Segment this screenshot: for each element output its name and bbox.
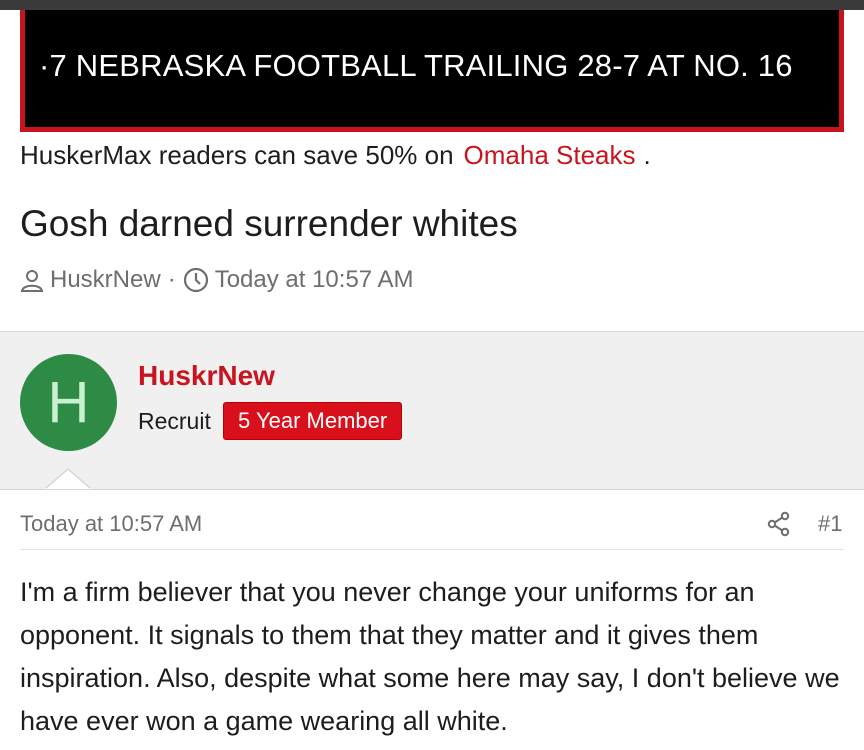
news-ticker[interactable]: ·7 NEBRASKA FOOTBALL TRAILING 28-7 AT NO… [20, 10, 844, 132]
promo-text: HuskerMax readers can save 50% on [20, 140, 454, 170]
thread-title: Gosh darned surrender whites [20, 203, 518, 244]
user-title: Recruit [138, 408, 211, 434]
top-bar [0, 0, 864, 10]
clock-icon [183, 267, 208, 293]
post-header: Today at 10:57 AM #1 [20, 509, 844, 550]
ticker-text: ·7 NEBRASKA FOOTBALL TRAILING 28-7 AT NO… [39, 48, 793, 83]
post-user-block: H HuskrNew Recruit 5 Year Member [0, 331, 864, 490]
post-time-link[interactable]: Today at 10:57 AM [20, 511, 202, 537]
share-icon[interactable] [766, 511, 792, 537]
promo-suffix: . [643, 140, 651, 170]
post-body: I'm a firm believer that you never chang… [20, 577, 840, 736]
post-number-link[interactable]: #1 [818, 511, 842, 537]
user-icon [20, 270, 44, 292]
thread-time[interactable]: Today at 10:57 AM [215, 266, 414, 294]
meta-separator: · [167, 266, 176, 293]
avatar[interactable]: H [20, 354, 117, 451]
thread-author[interactable]: HuskrNew [50, 266, 161, 294]
thread-meta: HuskrNew · Today at 10:57 AM [20, 266, 413, 294]
post-arrow [46, 470, 90, 489]
promo-link[interactable]: Omaha Steaks [464, 140, 636, 170]
membership-badge: 5 Year Member [223, 402, 403, 440]
promo-banner: HuskerMax readers can save 50% on Omaha S… [20, 140, 651, 171]
username-link[interactable]: HuskrNew [138, 360, 275, 392]
